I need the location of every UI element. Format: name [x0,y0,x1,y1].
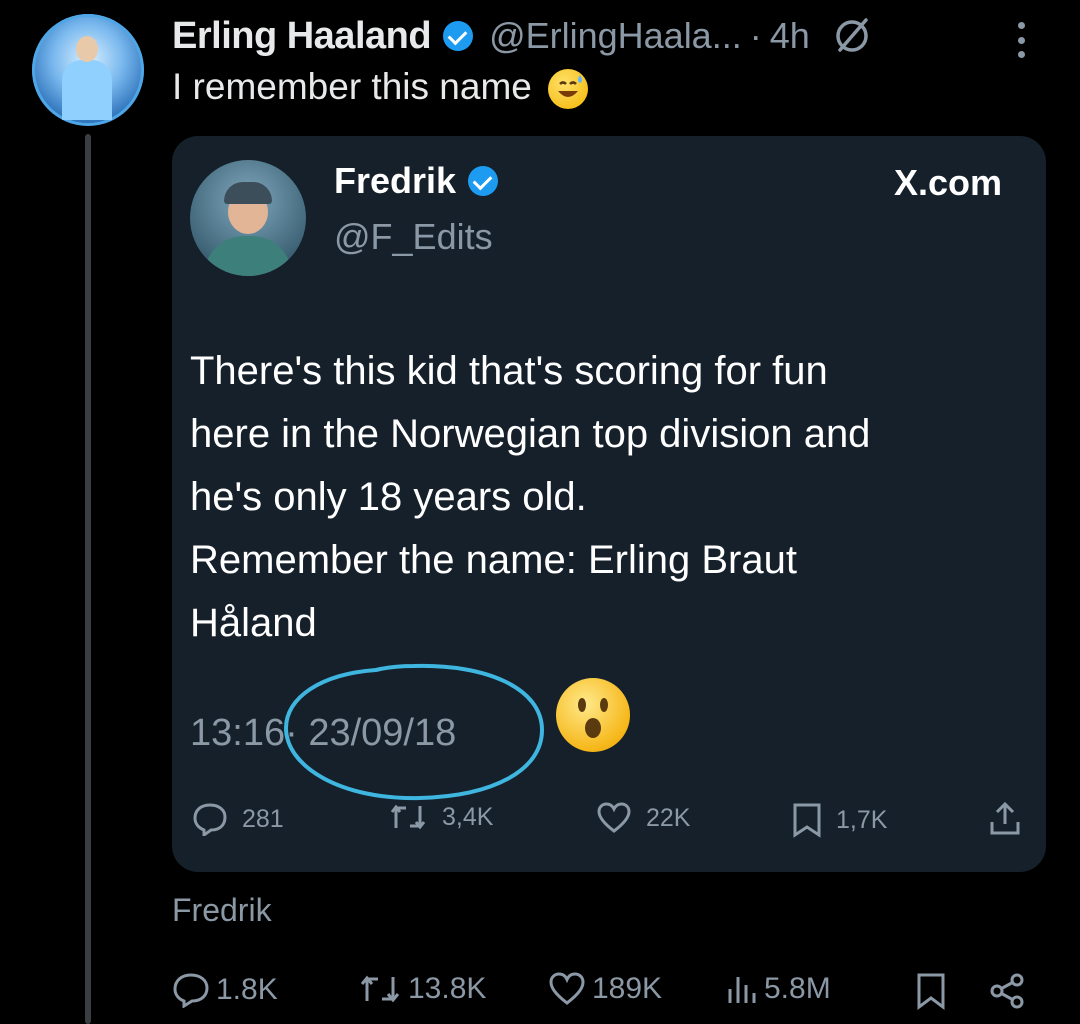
verified-badge-icon [468,166,499,196]
repost-icon [360,975,400,1003]
brand-label: X.com [893,162,1002,203]
grok-icon[interactable] [832,16,872,56]
quoted-post-time: 13:16 [190,712,286,754]
like-button[interactable]: 189K [548,972,662,1006]
quoted-like-stat[interactable]: 22K [596,802,690,834]
repost-icon [390,804,426,830]
quoted-source-label[interactable]: Fredrik [172,892,272,929]
quoted-post-card[interactable]: Fredrik @F_Edits X.com There's this kid … [172,136,1046,872]
reply-icon [173,973,209,1008]
repost-button[interactable]: 13.8K [358,972,486,1006]
quoted-author-name[interactable]: Fredrik [334,160,456,202]
views-icon [728,977,756,1003]
views-button[interactable]: 5.8M [726,972,831,1006]
more-dots-icon[interactable] [1016,22,1026,58]
quoted-repost-count: 3,4K [442,802,494,831]
surprised-face-emoji-icon [556,678,630,752]
quoted-share[interactable] [988,802,1022,836]
reply-icon [193,803,227,836]
quoted-like-count: 22K [646,803,691,832]
author-handle[interactable]: @ErlingHaala... [489,15,742,57]
body-line: he's only 18 years old. [190,475,587,519]
share-icon [990,973,1024,1009]
like-count: 189K [592,972,663,1005]
bookmark-button[interactable] [916,972,946,1010]
heart-icon [597,802,631,833]
verified-badge-icon [443,21,474,51]
body-line: There's this kid that's scoring for fun [190,349,828,393]
post-text-content: I remember this name [172,66,532,107]
avatar-head [76,36,98,62]
quoted-reply-stat[interactable]: 281 [192,802,284,836]
quoted-bookmark-count: 1,7K [836,805,888,834]
body-line: here in the Norwegian top division and [190,412,871,456]
heart-icon [549,972,585,1005]
bookmark-icon [793,803,821,838]
separator-dot: · [749,15,762,56]
author-name[interactable]: Erling Haaland [172,15,432,58]
body-line: Remember the name: Erling Braut [190,538,797,582]
grinning-sweat-emoji-icon [548,69,589,110]
quoted-post-date: 23/09/18 [308,712,457,754]
quoted-post-body: There's this kid that's scoring for fun … [190,340,1010,655]
quoted-author-name-row: Fredrik [334,160,499,202]
avatar-shirt [204,236,292,276]
post-header: Erling Haaland @ErlingHaala... · 4h [172,12,872,60]
body-line: Håland [190,601,317,645]
bookmark-icon [917,973,945,1010]
quoted-author-handle[interactable]: @F_Edits [334,216,493,258]
avatar-figure [62,60,112,120]
quoted-post-timestamp: 13:16· 23/09/18 [190,712,456,755]
post-view: Erling Haaland @ErlingHaala... · 4h I re… [0,0,1080,1024]
repost-count: 13.8K [408,972,487,1005]
reply-count: 1.8K [216,973,278,1006]
avatar-cap [224,182,272,204]
quoted-reply-count: 281 [242,804,284,833]
share-button[interactable] [988,972,1026,1010]
thread-line [85,134,91,1024]
quoted-bookmark-stat[interactable]: 1,7K [792,802,887,838]
timestamp-separator: · [285,712,298,754]
quoted-author-avatar[interactable] [190,160,306,276]
post-action-bar: 1.8K 13.8K 189K 5.8M [172,966,1052,1016]
post-time[interactable]: 4h [770,15,810,57]
quoted-repost-stat[interactable]: 3,4K [388,802,493,832]
quoted-post-stats: 281 3,4K 22K 1,7K [192,802,1032,842]
author-avatar[interactable] [32,14,144,126]
share-icon [990,802,1020,835]
post-text: I remember this name [172,66,589,110]
views-count: 5.8M [764,972,831,1005]
reply-button[interactable]: 1.8K [172,972,278,1008]
